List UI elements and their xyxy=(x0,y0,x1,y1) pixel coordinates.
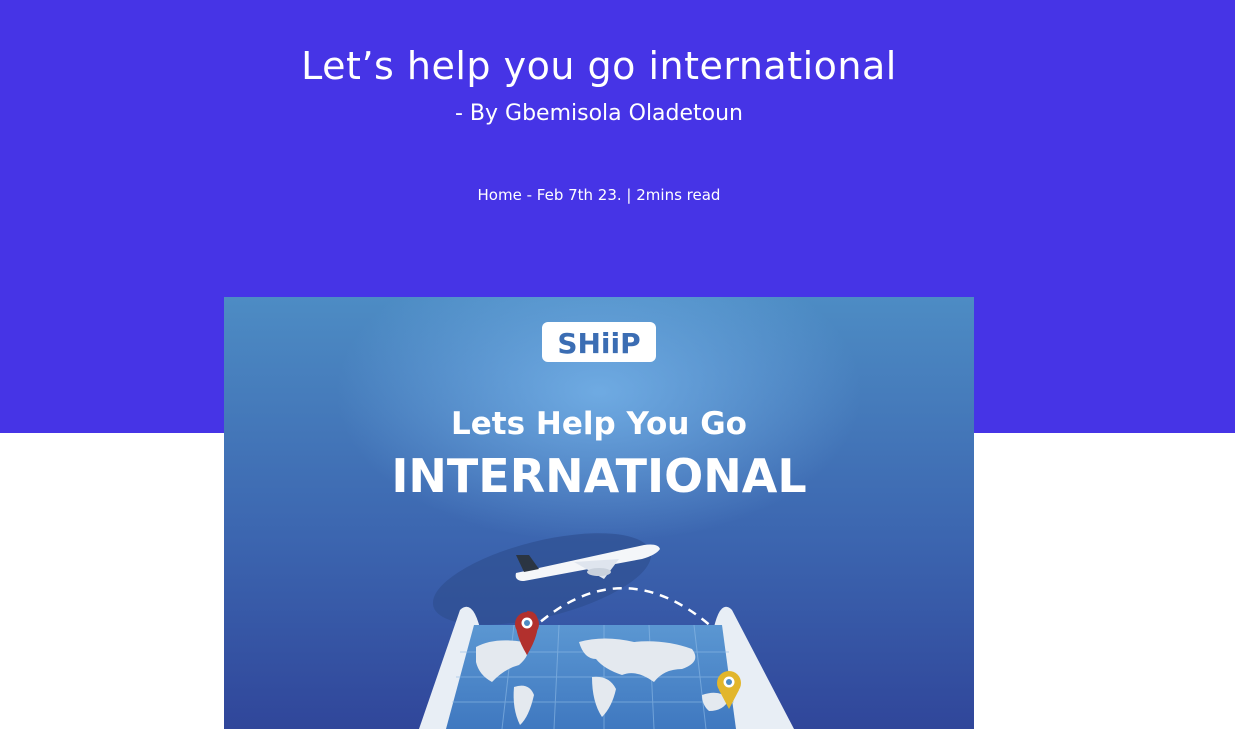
shiip-logo: SHiiP xyxy=(542,322,656,362)
post-date-readtime: - Feb 7th 23. | 2mins read xyxy=(521,186,721,204)
featured-image: SHiiP Lets Help You Go INTERNATIONAL xyxy=(224,297,974,729)
page-title: Let’s help you go international xyxy=(301,44,897,88)
breadcrumb-home-link[interactable]: Home xyxy=(478,186,522,204)
post-meta: Home - Feb 7th 23. | 2mins read xyxy=(0,186,1198,204)
author-byline: - By Gbemisola Oladetoun xyxy=(454,101,744,126)
world-map-icon xyxy=(419,606,794,729)
logo-text: SHiiP xyxy=(557,327,640,360)
banner-headline-big: INTERNATIONAL xyxy=(391,449,806,503)
banner-headline: Lets Help You Go xyxy=(451,406,747,442)
